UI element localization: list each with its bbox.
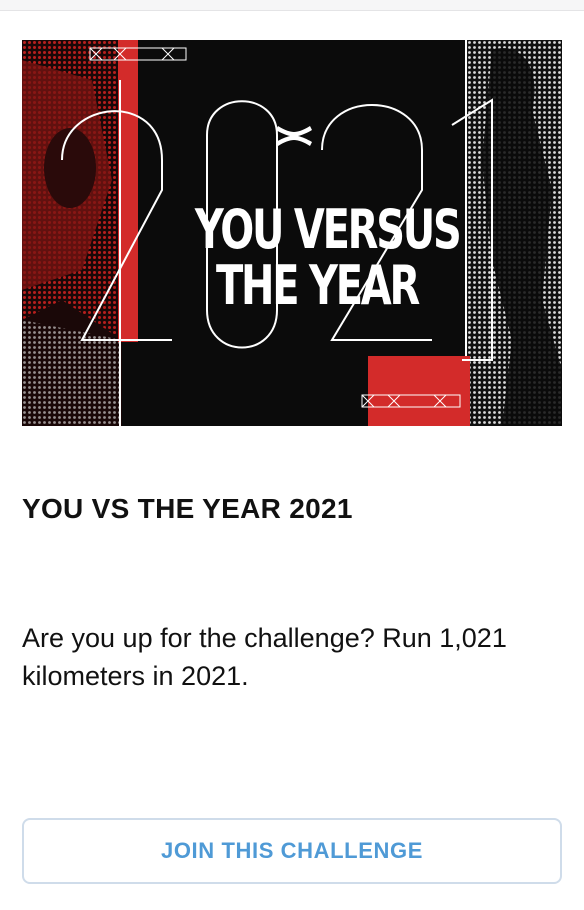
under-armour-logo-icon — [276, 126, 312, 146]
challenge-title: YOU VS THE YEAR 2021 — [22, 493, 353, 524]
challenge-banner-image: YOU VERSUS THE YEAR — [22, 40, 562, 426]
top-divider — [0, 0, 584, 11]
banner-headline-line2: THE YEAR — [215, 254, 420, 317]
red-block — [368, 356, 470, 426]
join-challenge-button[interactable]: JOIN THIS CHALLENGE — [22, 818, 562, 884]
banner-headline-line1: YOU VERSUS — [194, 198, 462, 261]
join-challenge-label: JOIN THIS CHALLENGE — [161, 838, 423, 863]
banner-headline: YOU VERSUS THE YEAR — [194, 198, 462, 317]
challenge-description: Are you up for the challenge? Run 1,021 … — [22, 623, 507, 691]
